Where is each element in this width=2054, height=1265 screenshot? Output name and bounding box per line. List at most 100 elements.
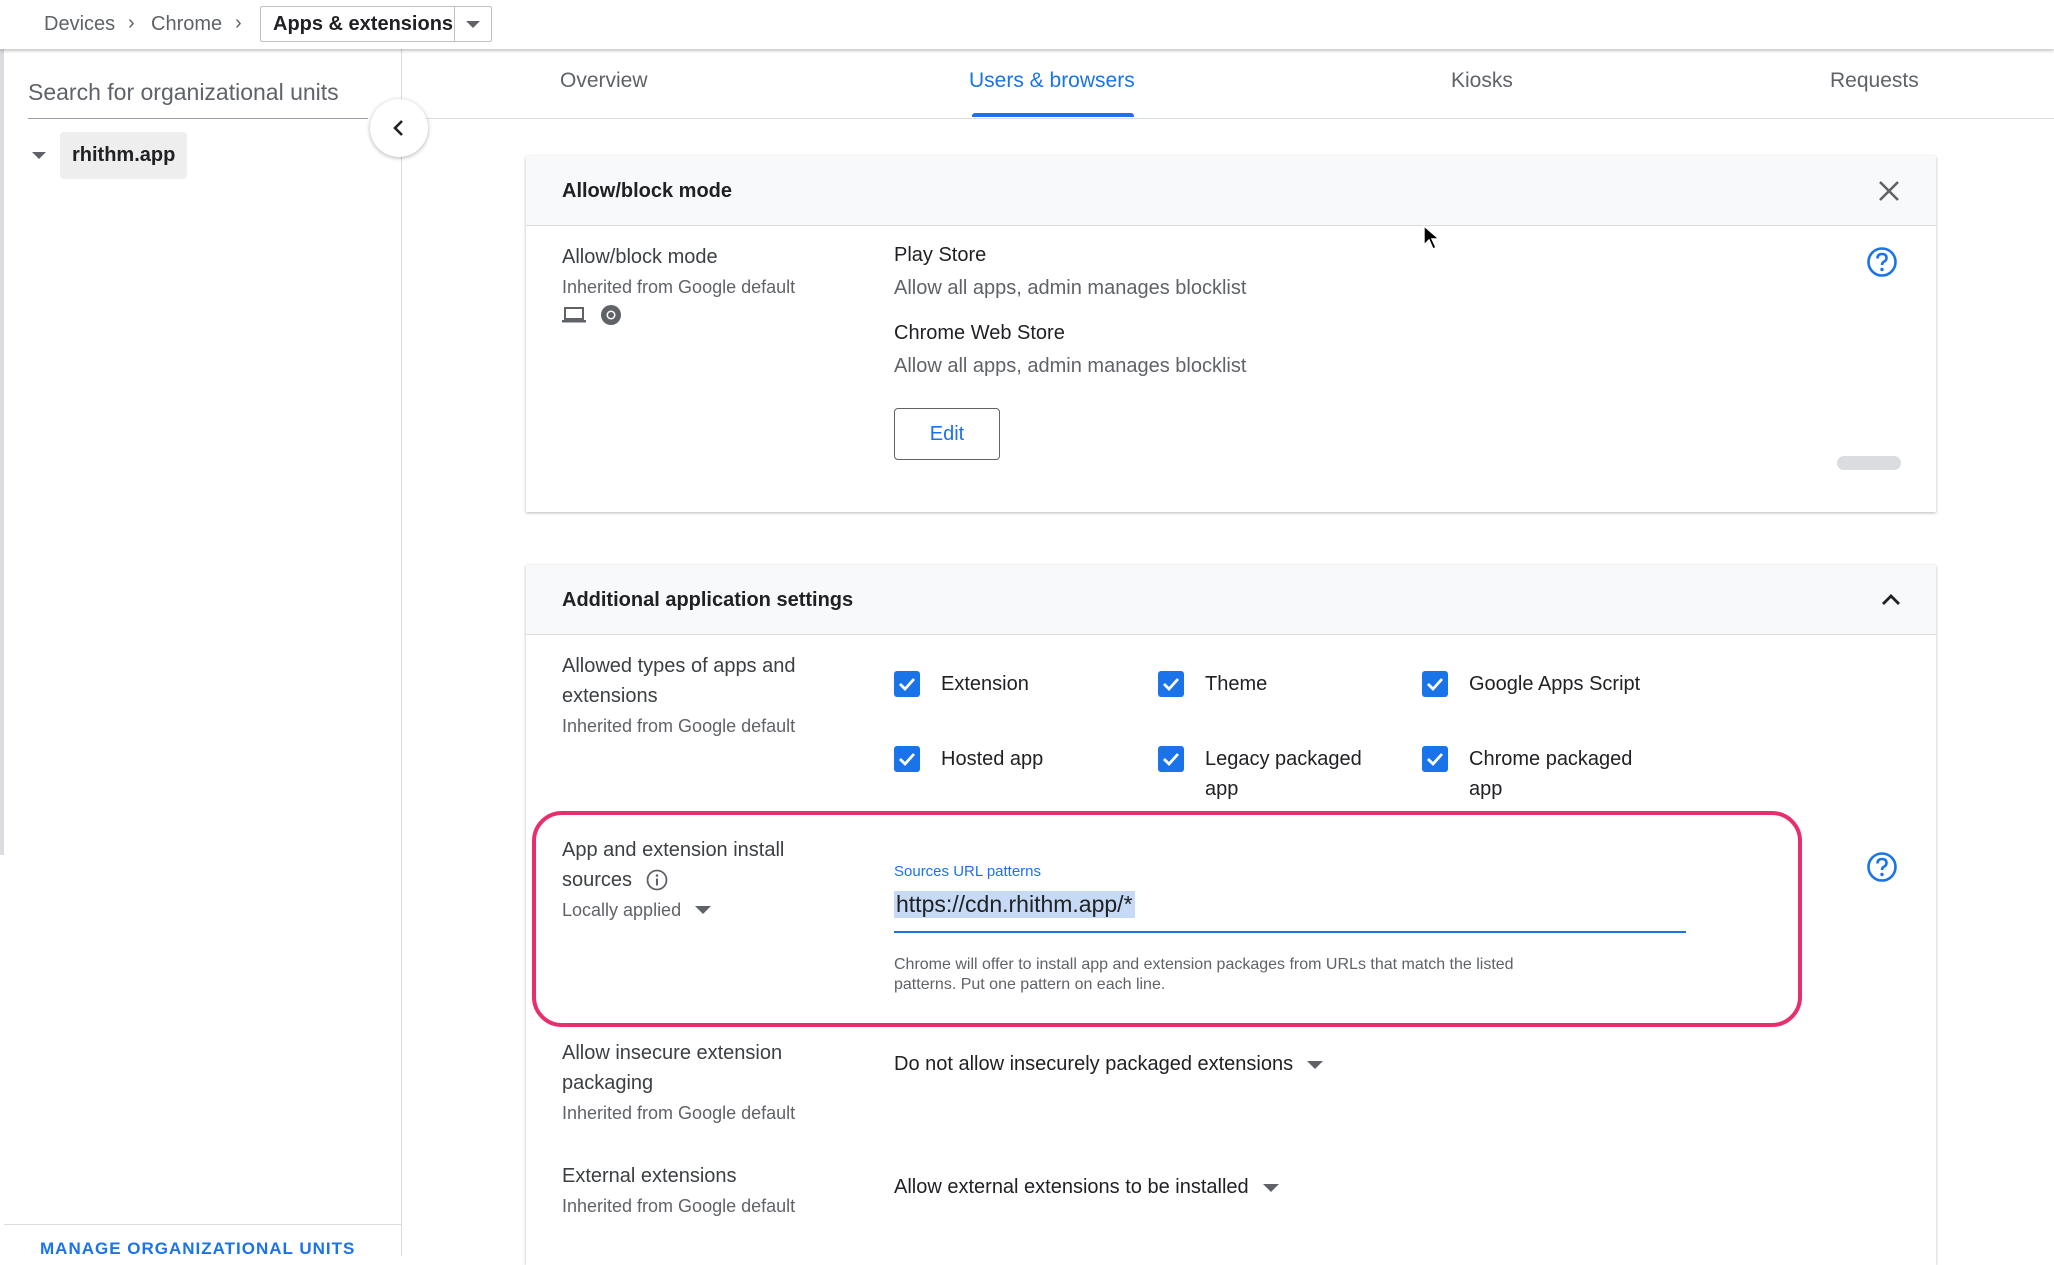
tab-requests[interactable]: Requests [1830,69,1919,93]
check-icon [1427,678,1444,692]
insecure-packaging-select[interactable]: Do not allow insecurely packaged extensi… [894,1053,1324,1076]
check-icon [1427,753,1444,767]
check-icon [1163,678,1180,692]
play-store-title: Play Store [894,244,987,266]
chevron-left-icon [393,120,403,136]
card-title: Allow/block mode [562,180,733,202]
inheritance-label: Inherited from Google default [562,716,796,736]
setting-name-line2: sources [562,869,633,891]
edit-button[interactable]: Edit [894,408,1000,460]
external-extensions-select[interactable]: Allow external extensions to be installe… [894,1176,1279,1199]
allowed-types-label-block: Allowed types of apps and extensions Inh… [562,651,796,741]
url-patterns-input[interactable]: https://cdn.rhithm.app/* [894,881,1686,933]
url-patterns-help-text: Chrome will offer to install app and ext… [894,955,1614,995]
tab-overview[interactable]: Overview [560,69,648,93]
setting-name: External extensions [562,1165,737,1187]
help-icon[interactable] [1866,851,1898,883]
chevron-right-icon: › [235,12,242,34]
card-header: Allow/block mode [526,156,1936,226]
label-line2: app [1469,778,1503,800]
close-icon[interactable] [1876,178,1902,204]
breadcrumb-dropdown-button[interactable] [455,20,491,28]
help-line1: Chrome will offer to install app and ext… [894,956,1514,973]
setting-name: Allowed types of apps and [562,655,796,677]
label-line2: app [1205,778,1239,800]
collapse-panel-button[interactable] [370,99,428,157]
theme-checkbox-label: Theme [1205,673,1268,695]
org-unit-panel: Search for organizational units rhithm.a… [4,49,402,1259]
setting-name-line2: packaging [562,1072,654,1094]
external-extensions-label-block: External extensions Inherited from Googl… [562,1161,795,1221]
chrome-packaged-app-checkbox-label: Chrome packaged app [1469,744,1632,804]
chrome-icon [601,305,621,325]
insecure-packaging-value: Do not allow insecurely packaged extensi… [894,1053,1294,1075]
card-header: Additional application settings [526,565,1936,635]
org-unit-tree-item[interactable]: rhithm.app [32,129,188,181]
label-line1: Legacy packaged [1205,748,1362,770]
help-icon[interactable] [1866,246,1898,278]
org-unit-search-placeholder: Search for organizational units [28,79,339,105]
arrow-drop-down-icon [1262,1183,1279,1192]
play-store-block: Play Store Allow all apps, admin manages… [894,244,1246,378]
url-patterns-field-label: Sources URL patterns [894,863,1042,880]
additional-settings-card: Additional application settings Allowed … [526,565,1936,1265]
help-line2: patterns. Put one pattern on each line. [894,976,1166,993]
card-title: Additional application settings [562,589,854,611]
breadcrumb-devices[interactable]: Devices [44,13,115,36]
check-icon [899,678,916,692]
setting-name: App and extension install [562,839,785,861]
org-unit-search-input[interactable]: Search for organizational units [28,79,368,119]
extension-checkbox-label: Extension [941,673,1029,695]
chevron-up-icon[interactable] [1880,589,1902,611]
inheritance-label: Inherited from Google default [562,1103,796,1123]
info-icon[interactable] [646,869,668,891]
inheritance-label: Inherited from Google default [562,277,796,297]
setting-name-line2-row: sources [562,865,784,895]
breadcrumb-current[interactable]: Apps & extensions [260,6,492,42]
inheritance-label: Inherited from Google default [562,1196,796,1216]
theme-checkbox[interactable] [1158,671,1184,697]
chevron-right-icon: › [128,12,135,34]
legacy-packaged-app-checkbox[interactable] [1158,746,1184,772]
allow-block-card: Allow/block mode Allow/block mode Inheri… [526,156,1936,512]
tab-bar: Overview Users & browsers Kiosks Request… [403,49,2054,119]
check-icon [899,753,916,767]
tab-kiosks[interactable]: Kiosks [1451,69,1513,93]
laptop-icon [562,307,586,323]
applied-status-dropdown[interactable]: Locally applied [562,895,784,925]
org-unit-name[interactable]: rhithm.app [60,131,188,179]
platform-icons [562,304,795,326]
active-tab-indicator [972,113,1134,117]
tab-users-browsers[interactable]: Users & browsers [969,69,1135,93]
legacy-packaged-app-checkbox-label: Legacy packaged app [1205,744,1362,804]
setting-name: Allow insecure extension [562,1042,783,1064]
setting-label-block: Allow/block mode Inherited from Google d… [562,242,795,326]
check-icon [1163,753,1180,767]
breadcrumb-current-label: Apps & extensions [261,7,455,41]
breadcrumb-chrome[interactable]: Chrome [151,13,222,36]
hosted-app-checkbox[interactable] [894,746,920,772]
play-store-value: Allow all apps, admin manages blocklist [894,277,1247,299]
chrome-packaged-app-checkbox[interactable] [1422,746,1448,772]
install-sources-label-block: App and extension install sources Locall… [562,835,784,925]
label-line1: Chrome packaged [1469,748,1633,770]
setting-name-line2: extensions [562,685,658,707]
insecure-packaging-label-block: Allow insecure extension packaging Inher… [562,1038,795,1128]
web-store-title: Chrome Web Store [894,322,1065,344]
mouse-cursor-icon [1423,225,1441,250]
external-extensions-value: Allow external extensions to be installe… [894,1176,1249,1198]
arrow-drop-down-icon [466,20,480,28]
manage-org-units-link[interactable]: MANAGE ORGANIZATIONAL UNITS [40,1239,355,1259]
setting-name: Allow/block mode [562,246,718,268]
expand-arrow-icon[interactable] [32,151,46,159]
hosted-app-checkbox-label: Hosted app [941,748,1044,770]
arrow-drop-down-icon [1307,1060,1324,1069]
google-apps-script-checkbox[interactable] [1422,671,1448,697]
google-apps-script-checkbox-label: Google Apps Script [1469,673,1641,695]
url-patterns-value[interactable]: https://cdn.rhithm.app/* [894,891,1135,918]
breadcrumb-bar: Devices › Chrome › Apps & extensions [0,0,2054,49]
web-store-value: Allow all apps, admin manages blocklist [894,355,1247,377]
extension-checkbox[interactable] [894,671,920,697]
drag-handle [1837,456,1901,470]
divider [4,1224,402,1225]
